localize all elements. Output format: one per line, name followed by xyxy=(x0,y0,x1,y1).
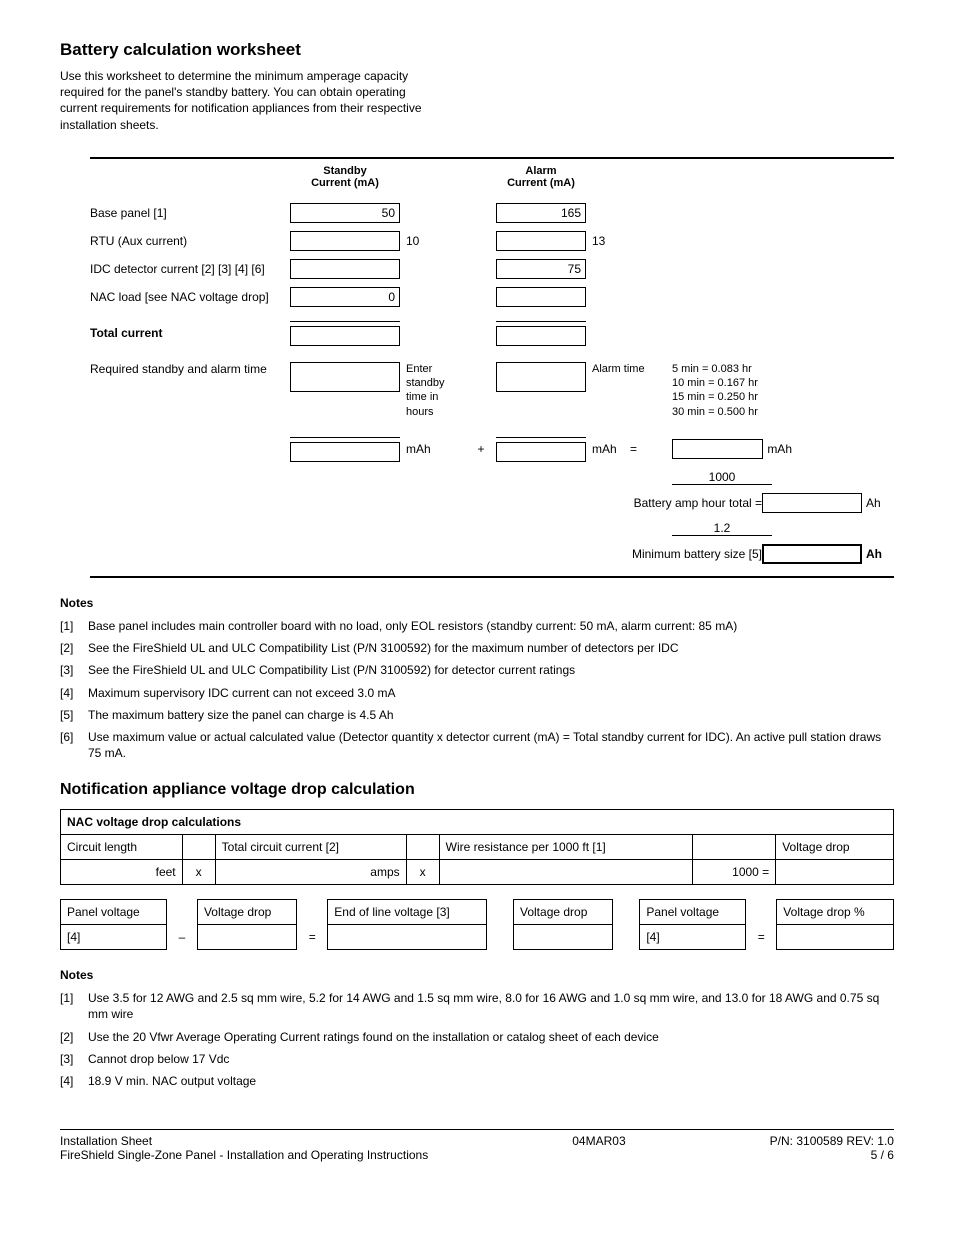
rtu-standby[interactable] xyxy=(290,231,400,251)
nacB-op1: – xyxy=(166,925,197,950)
min-batt-label: Minimum battery size [5] xyxy=(586,547,762,561)
notes2-list: [1]Use 3.5 for 12 AWG and 2.5 sq mm wire… xyxy=(60,990,894,1089)
nacB-eol[interactable] xyxy=(328,925,487,950)
row-idc-label: IDC detector current [2] [3] [4] [6] xyxy=(90,262,290,276)
notes1-list: [1]Base panel includes main controller b… xyxy=(60,618,894,761)
row-rtu-label: RTU (Aux current) xyxy=(90,234,290,248)
footer-r1: P/N: 3100589 REV: 1.0 xyxy=(770,1134,894,1148)
rtu-alarm-note: 13 xyxy=(586,234,672,248)
nacB-h5: Panel voltage xyxy=(640,900,746,925)
ah-total[interactable] xyxy=(762,493,862,513)
nac-alarm[interactable] xyxy=(496,287,586,307)
page-footer: Installation Sheet FireShield Single-Zon… xyxy=(60,1129,894,1162)
mah-alarm-unit: mAh xyxy=(592,442,617,456)
nacA-h2: Total circuit current [2] xyxy=(215,835,406,860)
nac-table-a: NAC voltage drop calculations Circuit le… xyxy=(60,809,894,885)
base-standby[interactable]: 50 xyxy=(290,203,400,223)
mah-total-unit: mAh xyxy=(767,442,792,456)
th-standby: Standby Current (mA) xyxy=(290,165,400,189)
base-alarm[interactable]: 165 xyxy=(496,203,586,223)
idc-alarm[interactable]: 75 xyxy=(496,259,586,279)
nacA-head: NAC voltage drop calculations xyxy=(61,810,894,835)
row-total-label: Total current xyxy=(90,326,290,340)
footer-mid: 04MAR03 xyxy=(572,1134,625,1162)
nacB-h1: Panel voltage xyxy=(61,900,167,925)
time-conversions: 5 min = 0.083 hr 10 min = 0.167 hr 15 mi… xyxy=(672,362,792,419)
nacA-op1: x xyxy=(182,860,215,885)
nacB-v1: [4] xyxy=(61,925,167,950)
section2-title: Notification appliance voltage drop calc… xyxy=(60,781,894,799)
footer-r2: 5 / 6 xyxy=(770,1148,894,1162)
nacB-pct[interactable] xyxy=(777,925,894,950)
footer-l2: FireShield Single-Zone Panel - Installat… xyxy=(60,1148,428,1162)
ah-total-unit: Ah xyxy=(866,496,881,510)
nacA-res[interactable] xyxy=(439,860,693,885)
mah-standby[interactable] xyxy=(290,442,400,462)
intro-text: Use this worksheet to determine the mini… xyxy=(60,68,440,133)
ah-total-label: Battery amp hour total = xyxy=(586,496,762,510)
footer-l1: Installation Sheet xyxy=(60,1134,428,1148)
factor: 1.2 xyxy=(672,521,772,536)
row-nac-label: NAC load [see NAC voltage drop] xyxy=(90,290,290,304)
nac-table-b: Panel voltage Voltage drop End of line v… xyxy=(60,899,894,950)
min-batt-unit: Ah xyxy=(866,547,882,561)
nacB-op2: = xyxy=(297,925,328,950)
mah-standby-unit: mAh xyxy=(400,442,466,456)
nacA-u2: amps xyxy=(215,860,406,885)
time-alarm[interactable] xyxy=(496,362,586,392)
nacB-v5: [4] xyxy=(640,925,746,950)
battery-calc-table: Standby Current (mA) Alarm Current (mA) … xyxy=(90,157,894,578)
th-alarm: Alarm Current (mA) xyxy=(496,165,586,189)
divisor: 1000 xyxy=(672,470,772,485)
nacA-u1: feet xyxy=(61,860,183,885)
notes2-title: Notes xyxy=(60,968,894,982)
nacA-h3: Wire resistance per 1000 ft [1] xyxy=(439,835,693,860)
nacA-u3: 1000 = xyxy=(693,860,776,885)
nacA-op2: x xyxy=(406,860,439,885)
time-standby[interactable] xyxy=(290,362,400,392)
nacA-vdrop[interactable] xyxy=(776,860,894,885)
nacB-vdrop2[interactable] xyxy=(514,925,613,950)
mah-alarm[interactable] xyxy=(496,442,586,462)
nacB-op3: = xyxy=(746,925,777,950)
idc-standby[interactable] xyxy=(290,259,400,279)
time-standby-note: Enter standby time in hours xyxy=(400,362,466,419)
total-alarm[interactable] xyxy=(496,326,586,346)
rtu-standby-note: 10 xyxy=(400,234,466,248)
page-title: Battery calculation worksheet xyxy=(60,40,894,60)
row-base-label: Base panel [1] xyxy=(90,206,290,220)
nacB-h2: Voltage drop xyxy=(197,900,296,925)
plus-sign: + xyxy=(466,442,496,456)
nacB-h6: Voltage drop % xyxy=(777,900,894,925)
notes1-title: Notes xyxy=(60,596,894,610)
nac-standby[interactable]: 0 xyxy=(290,287,400,307)
min-batt[interactable] xyxy=(762,544,862,564)
total-standby[interactable] xyxy=(290,326,400,346)
nacB-h3: End of line voltage [3] xyxy=(328,900,487,925)
nacB-vdrop1[interactable] xyxy=(197,925,296,950)
time-alarm-note: Alarm time xyxy=(586,362,672,376)
rtu-alarm[interactable] xyxy=(496,231,586,251)
nacA-h1: Circuit length xyxy=(61,835,183,860)
nacB-h4: Voltage drop xyxy=(514,900,613,925)
mah-total[interactable] xyxy=(672,439,763,459)
eq-sign: = xyxy=(630,442,637,456)
nacA-h4: Voltage drop xyxy=(776,835,894,860)
row-time-label: Required standby and alarm time xyxy=(90,362,290,376)
